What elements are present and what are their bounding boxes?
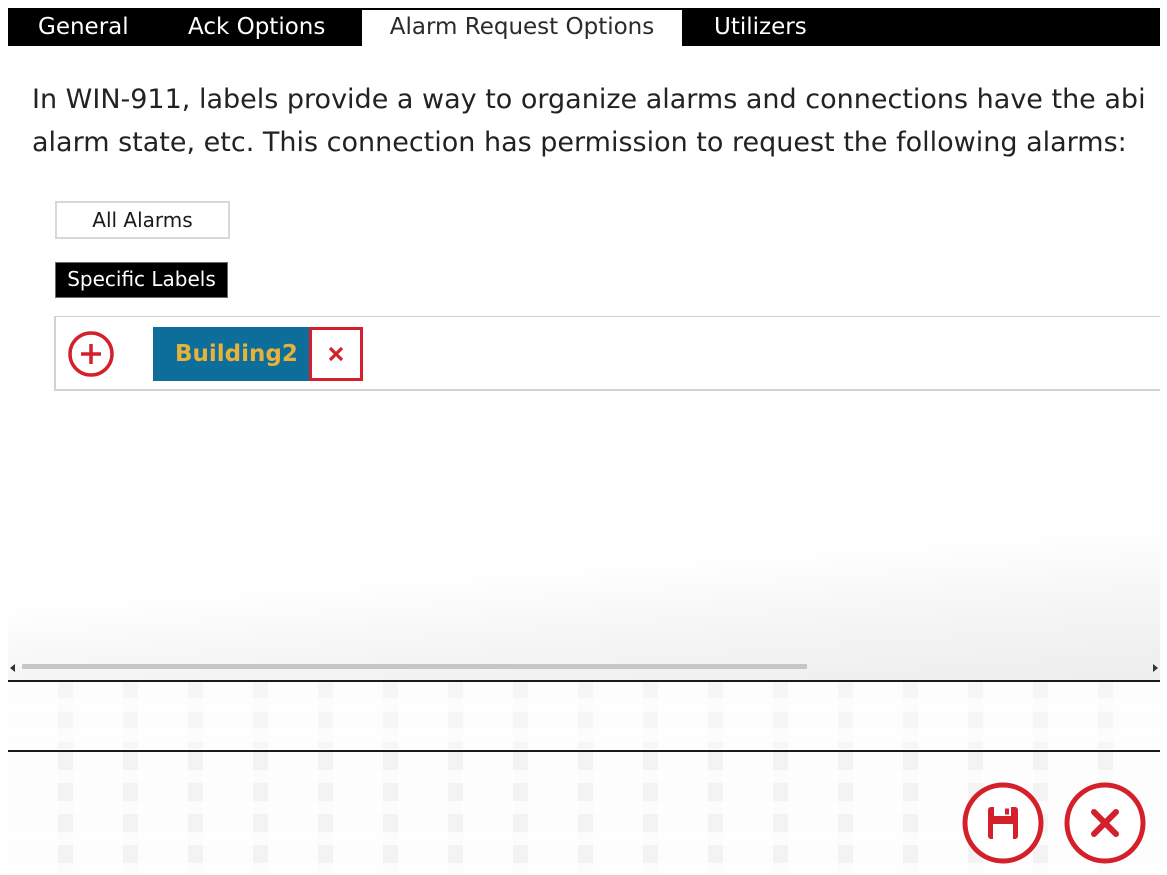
status-area [8,682,1160,749]
cancel-button[interactable] [1063,781,1147,865]
tab-general[interactable]: General [38,8,129,46]
save-floppy-icon [962,782,1044,864]
all-alarms-button[interactable]: All Alarms [55,201,230,239]
add-label-button[interactable] [67,330,115,378]
label-chip-name: Building2 [153,327,309,381]
remove-label-button[interactable] [309,327,363,381]
scroll-left-icon[interactable] [10,664,15,672]
specific-labels-button[interactable]: Specific Labels [55,262,228,298]
scrollbar-thumb[interactable] [22,664,807,669]
description-text: In WIN-911, labels provide a way to orga… [32,78,1160,164]
tab-utilizers[interactable]: Utilizers [714,8,807,46]
label-chip: Building2 [153,327,363,381]
save-button[interactable] [961,781,1045,865]
alarm-request-options-panel: In WIN-911, labels provide a way to orga… [8,46,1160,680]
tab-bar: General Ack Options Alarm Request Option… [8,8,1160,46]
tab-ack-options[interactable]: Ack Options [188,8,325,46]
description-line-2: alarm state, etc. This connection has pe… [32,127,1127,158]
tab-alarm-request-options[interactable]: Alarm Request Options [362,10,682,46]
close-icon [328,346,344,362]
horizontal-scrollbar[interactable] [8,658,1160,678]
label-list: Building2 [54,316,1160,391]
plus-circle-icon [68,331,114,377]
scroll-right-icon[interactable] [1153,664,1158,672]
cancel-circle-icon [1064,782,1146,864]
description-line-1: In WIN-911, labels provide a way to orga… [32,84,1146,115]
